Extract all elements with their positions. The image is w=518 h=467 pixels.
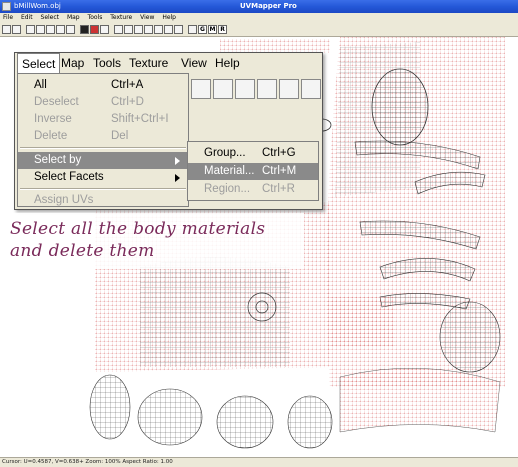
zoomed-toolbar — [187, 79, 321, 101]
pointer-icon[interactable] — [188, 25, 197, 34]
menu-separator — [20, 188, 186, 190]
grid-icon[interactable] — [100, 25, 109, 34]
status-bar: Cursor: U=0.4587, V=0.638+ Zoom: 100% As… — [0, 457, 518, 467]
toolbar: G M R — [0, 23, 518, 37]
menu-item-all[interactable]: All Ctrl+A — [18, 77, 188, 94]
scale-tool-icon[interactable] — [66, 25, 75, 34]
slash-icon[interactable] — [164, 25, 173, 34]
region-mode-button[interactable]: R — [218, 25, 227, 34]
menubar-map[interactable]: Map — [57, 53, 88, 73]
menu-select[interactable]: Select — [38, 13, 63, 23]
title-bar: bMillWom.obj UVMapper Pro — [0, 0, 518, 13]
menu-map[interactable]: Map — [64, 13, 83, 23]
annotation-line-1: Select all the body materials — [10, 219, 266, 239]
menubar-select[interactable]: Select — [17, 53, 61, 73]
cube-icon[interactable] — [134, 25, 143, 34]
move-tool-icon[interactable] — [46, 25, 55, 34]
slash-icon[interactable] — [301, 79, 321, 99]
submenu-arrow-icon — [175, 174, 180, 182]
menu-item-inverse[interactable]: Inverse Shift+Ctrl+I — [18, 111, 188, 128]
menu-tools[interactable]: Tools — [85, 13, 106, 23]
save-icon[interactable] — [12, 25, 21, 34]
menubar-help[interactable]: Help — [211, 53, 244, 73]
menubar-view[interactable]: View — [177, 53, 211, 73]
menubar-tools[interactable]: Tools — [89, 53, 125, 73]
menu-item-deselect[interactable]: Deselect Ctrl+D — [18, 94, 188, 111]
open-icon[interactable] — [2, 25, 11, 34]
rotate-tool-icon[interactable] — [56, 25, 65, 34]
color-swatch-icon[interactable] — [80, 25, 89, 34]
menu-help[interactable]: Help — [159, 13, 179, 23]
app-icon — [2, 2, 11, 11]
window-title: bMillWom.obj — [14, 2, 61, 10]
cube-icon[interactable] — [235, 79, 255, 99]
square-icon[interactable] — [114, 25, 123, 34]
menu-item-select-by[interactable]: Select by — [18, 152, 188, 169]
menu-zoom-panel: Select Map Tools Texture View Help All C… — [14, 52, 323, 210]
zoomed-menu-bar: Select Map Tools Texture View Help — [15, 53, 322, 73]
submenu-item-material[interactable]: Material... Ctrl+M — [188, 163, 318, 180]
red-swatch-icon[interactable] — [90, 25, 99, 34]
weld-icon[interactable] — [174, 25, 183, 34]
menubar-texture[interactable]: Texture — [125, 53, 172, 73]
app-title: UVMapper Pro — [240, 2, 297, 10]
instruction-annotation: Select all the body materials and delete… — [4, 213, 304, 269]
submenu-item-group[interactable]: Group... Ctrl+G — [188, 145, 318, 162]
annotation-line-2: and delete them — [10, 241, 155, 261]
menu-separator — [20, 147, 186, 149]
menu-edit[interactable]: Edit — [18, 13, 36, 23]
menu-item-select-facets[interactable]: Select Facets — [18, 169, 188, 186]
menu-texture[interactable]: Texture — [107, 13, 135, 23]
submenu-item-region[interactable]: Region... Ctrl+R — [188, 181, 318, 198]
menu-file[interactable]: File — [0, 13, 16, 23]
select-menu-dropdown: All Ctrl+A Deselect Ctrl+D Inverse Shift… — [17, 73, 189, 207]
submenu-arrow-icon — [175, 157, 180, 165]
material-mode-button[interactable]: M — [208, 25, 217, 34]
copy-icon[interactable] — [213, 79, 233, 99]
select-tool-icon[interactable] — [26, 25, 35, 34]
flip-icon[interactable] — [257, 79, 277, 99]
menu-bar: File Edit Select Map Tools Texture View … — [0, 13, 518, 23]
flip-icon[interactable] — [144, 25, 153, 34]
group-mode-button[interactable]: G — [198, 25, 207, 34]
circle-icon[interactable] — [279, 79, 299, 99]
lasso-tool-icon[interactable] — [36, 25, 45, 34]
menu-item-assign-uvs[interactable]: Assign UVs — [18, 192, 188, 209]
circle-icon[interactable] — [154, 25, 163, 34]
menu-view[interactable]: View — [137, 13, 157, 23]
menu-item-delete[interactable]: Delete Del — [18, 128, 188, 145]
copy-icon[interactable] — [124, 25, 133, 34]
square-icon[interactable] — [191, 79, 211, 99]
select-by-submenu: Group... Ctrl+G Material... Ctrl+M Regio… — [187, 141, 319, 201]
